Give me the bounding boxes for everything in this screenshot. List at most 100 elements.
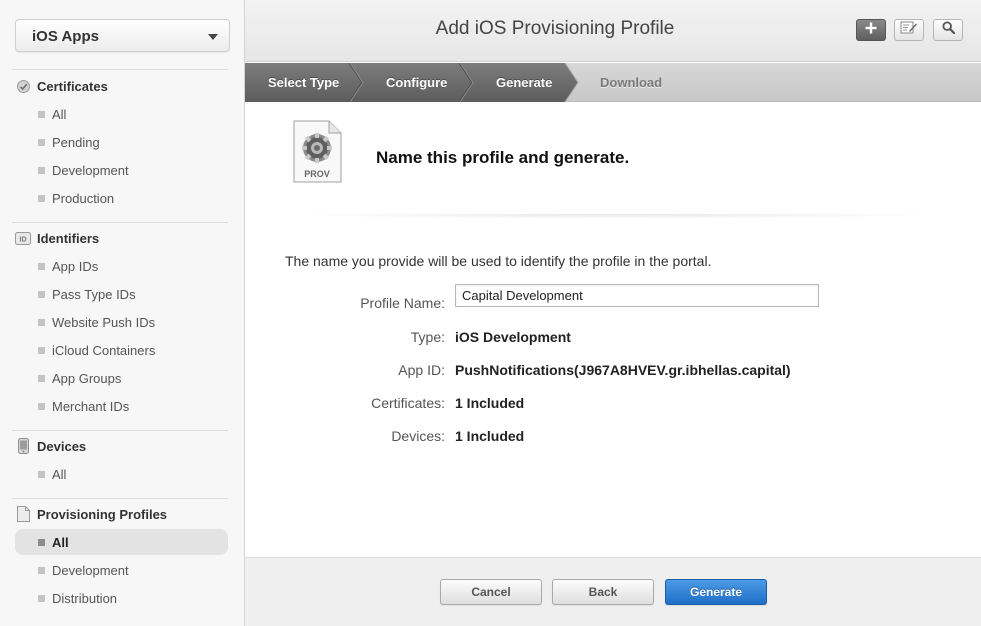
section-divider [12, 430, 228, 431]
bullet-icon [38, 263, 45, 270]
certificates-value: 1 Included [455, 395, 525, 411]
top-bar: Add iOS Provisioning Profile [245, 0, 981, 62]
type-value: iOS Development [455, 329, 571, 345]
devices-value: 1 Included [455, 428, 525, 444]
svg-text:ID: ID [20, 236, 27, 243]
section-title-label: Certificates [37, 78, 108, 94]
step-select-type: Select Type [268, 75, 340, 90]
sidebar-item-certificates-production[interactable]: Production [15, 185, 228, 211]
bullet-icon [38, 111, 45, 118]
footer-bar: Cancel Back Generate [245, 557, 981, 626]
section-title-provisioning-profiles: Provisioning Profiles [15, 504, 167, 524]
sidebar-item-label: Production [52, 190, 115, 206]
bullet-icon [38, 347, 45, 354]
sidebar-item-label: Development [52, 162, 129, 178]
section-title-identifiers: ID Identifiers [15, 228, 99, 248]
bullet-icon [38, 139, 45, 146]
edit-icon [900, 21, 918, 39]
search-icon [941, 21, 955, 39]
sidebar-item-certificates-pending[interactable]: Pending [15, 129, 228, 155]
section-title-label: Identifiers [37, 230, 100, 246]
sidebar-item-pass-type-ids[interactable]: Pass Type IDs [15, 281, 228, 307]
section-title-devices: Devices [15, 436, 86, 456]
sidebar-item-label: Development [52, 562, 129, 578]
app-id-value: PushNotifications(J967A8HVEV.gr.ibhellas… [455, 362, 791, 378]
id-badge-icon: ID [15, 230, 31, 246]
bullet-icon [38, 195, 45, 202]
sidebar-item-label: Distribution [52, 590, 118, 606]
section-title-label: Devices [37, 438, 87, 454]
sidebar-item-label: All [52, 106, 67, 122]
iphone-device-icon [15, 438, 31, 454]
profile-name-row: Profile Name: [245, 284, 981, 313]
prov-icon-label: PROV [304, 169, 330, 179]
sidebar-item-profiles-distribution[interactable]: Distribution [15, 585, 228, 611]
sidebar-item-devices-all[interactable]: All [15, 461, 228, 487]
step-download: Download [600, 75, 663, 90]
bullet-icon [38, 375, 45, 382]
provisioning-profile-icon: PROV [293, 120, 343, 189]
app-id-label: App ID: [398, 362, 445, 378]
bullet-icon [38, 471, 45, 478]
step-indicator: Select Type Configure Generate Download [245, 63, 981, 102]
sidebar-item-profiles-all[interactable]: All [15, 529, 228, 555]
sidebar-item-label: App Groups [52, 370, 122, 386]
sidebar-item-label: Pending [52, 134, 100, 150]
sidebar-item-label: Pass Type IDs [52, 286, 136, 302]
sidebar-item-label: Merchant IDs [52, 398, 130, 414]
sidebar-item-label: Website Push IDs [52, 314, 156, 330]
certificates-row: Certificates: 1 Included [245, 393, 981, 413]
sidebar-item-profiles-development[interactable]: Development [15, 557, 228, 583]
section-divider [12, 69, 228, 70]
edit-button[interactable] [894, 19, 924, 41]
sidebar-item-label: iCloud Containers [52, 342, 156, 358]
step-configure: Configure [386, 75, 448, 90]
certificates-label: Certificates: [371, 395, 445, 411]
search-button[interactable] [933, 19, 963, 41]
section-divider [285, 214, 945, 219]
sidebar-item-merchant-ids[interactable]: Merchant IDs [15, 393, 228, 419]
type-label: Type: [410, 329, 445, 345]
app-id-row: App ID: PushNotifications(J967A8HVEV.gr.… [245, 360, 981, 380]
bullet-icon [38, 595, 45, 602]
sidebar-item-certificates-all[interactable]: All [15, 101, 228, 127]
sidebar-item-app-ids[interactable]: App IDs [15, 253, 228, 279]
chevron-down-icon [208, 34, 218, 40]
sidebar-item-label: All [52, 466, 67, 482]
page-heading: Name this profile and generate. [376, 148, 630, 167]
app-type-select[interactable]: iOS Apps [15, 19, 230, 52]
add-button[interactable] [856, 19, 886, 41]
bullet-icon [38, 291, 45, 298]
sidebar-item-app-groups[interactable]: App Groups [15, 365, 228, 391]
devices-label: Devices: [391, 428, 445, 444]
back-button[interactable]: Back [552, 579, 654, 605]
section-divider [12, 498, 228, 499]
certificate-icon [15, 78, 31, 94]
profile-name-label: Profile Name: [360, 295, 445, 311]
bullet-icon [38, 567, 45, 574]
sidebar-item-certificates-development[interactable]: Development [15, 157, 228, 183]
generate-button[interactable]: Generate [665, 579, 767, 605]
intro-text: The name you provide will be used to ide… [285, 253, 712, 269]
add-icon [865, 21, 877, 39]
section-title-certificates: Certificates [15, 76, 108, 96]
type-row: Type: iOS Development [245, 327, 981, 347]
app-type-select-label: iOS Apps [32, 28, 99, 45]
section-divider [12, 222, 228, 223]
document-icon [15, 506, 31, 522]
profile-name-input[interactable] [455, 284, 819, 307]
sidebar: iOS Apps Certificates All Pending Develo… [0, 0, 245, 626]
sidebar-item-website-push-ids[interactable]: Website Push IDs [15, 309, 228, 335]
sidebar-item-icloud-containers[interactable]: iCloud Containers [15, 337, 228, 363]
cancel-button[interactable]: Cancel [440, 579, 542, 605]
bullet-icon [38, 319, 45, 326]
page-title: Add iOS Provisioning Profile [435, 18, 675, 39]
sidebar-item-label: App IDs [52, 258, 99, 274]
main-panel: Add iOS Provisioning Profile Select Type… [245, 0, 981, 626]
bullet-icon [38, 403, 45, 410]
bullet-icon [38, 167, 45, 174]
section-title-label: Provisioning Profiles [37, 506, 168, 522]
step-generate: Generate [496, 75, 553, 90]
sidebar-item-label: All [52, 534, 69, 550]
devices-row: Devices: 1 Included [245, 426, 981, 446]
